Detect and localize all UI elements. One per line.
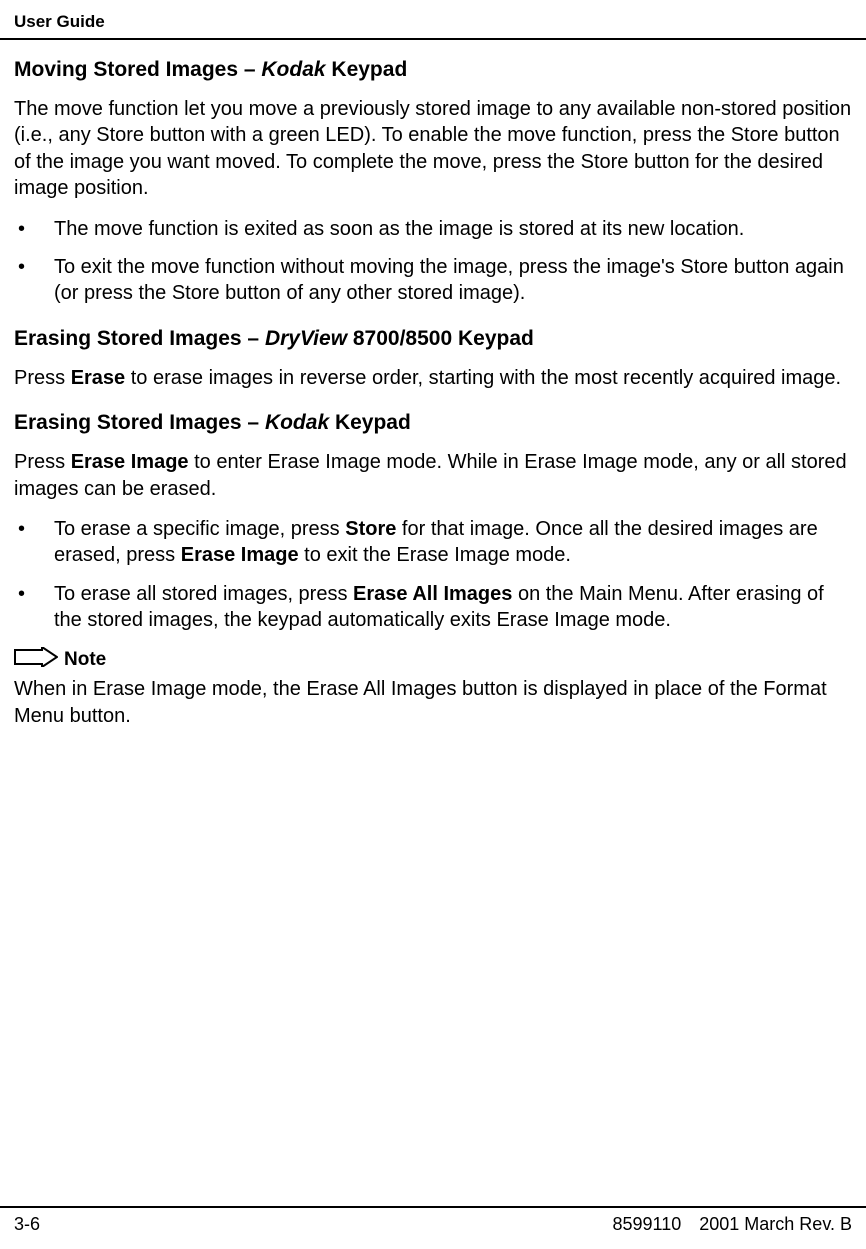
page-content: Moving Stored Images – Kodak Keypad The …	[0, 40, 866, 1206]
footer-page-number: 3-6	[14, 1214, 40, 1235]
bullet-list-moving: The move function is exited as soon as t…	[14, 216, 852, 307]
list-item: To exit the move function without moving…	[14, 254, 852, 307]
header-title: User Guide	[14, 12, 852, 32]
note-block: Note When in Erase Image mode, the Erase…	[14, 647, 852, 729]
list-item: To erase all stored images, press Erase …	[14, 581, 852, 634]
text-bold: Erase Image	[71, 451, 189, 473]
heading-italic: DryView	[265, 327, 347, 350]
text-fragment: Press	[14, 451, 71, 473]
list-item: To erase a specific image, press Store f…	[14, 516, 852, 569]
para-moving-intro: The move function let you move a previou…	[14, 96, 852, 202]
heading-erasing-dryview: Erasing Stored Images – DryView 8700/850…	[14, 327, 852, 351]
text-fragment: to erase images in reverse order, starti…	[125, 367, 841, 389]
para-erasing-dryview: Press Erase to erase images in reverse o…	[14, 365, 852, 391]
note-header-row: Note	[14, 647, 852, 672]
text-bold: Erase Image	[181, 544, 299, 566]
footer-docnum: 8599110	[613, 1214, 682, 1235]
footer-revision: 2001 March Rev. B	[699, 1214, 852, 1235]
text-fragment: To erase all stored images, press	[54, 583, 353, 605]
heading-prefix: Moving Stored Images –	[14, 58, 261, 81]
text-bold: Erase	[71, 367, 126, 389]
text-fragment: Press	[14, 367, 71, 389]
heading-prefix: Erasing Stored Images –	[14, 411, 265, 434]
text-bold: Erase All Images	[353, 583, 512, 605]
note-arrow-icon	[14, 647, 58, 672]
page-footer: 3-6 8599110 2001 March Rev. B	[0, 1206, 866, 1249]
note-text: When in Erase Image mode, the Erase All …	[14, 676, 852, 729]
heading-italic: Kodak	[265, 411, 329, 434]
text-fragment: to exit the Erase Image mode.	[299, 544, 571, 566]
heading-erasing-kodak: Erasing Stored Images – Kodak Keypad	[14, 411, 852, 435]
list-item: The move function is exited as soon as t…	[14, 216, 852, 242]
heading-moving-stored-images-kodak: Moving Stored Images – Kodak Keypad	[14, 58, 852, 82]
text-fragment: To erase a specific image, press	[54, 518, 345, 540]
heading-suffix: 8700/8500 Keypad	[347, 327, 534, 350]
bullet-list-erasing-kodak: To erase a specific image, press Store f…	[14, 516, 852, 634]
para-erasing-kodak-intro: Press Erase Image to enter Erase Image m…	[14, 449, 852, 502]
heading-suffix: Keypad	[326, 58, 408, 81]
text-bold: Store	[345, 518, 396, 540]
page-header: User Guide	[0, 0, 866, 40]
footer-right: 8599110 2001 March Rev. B	[613, 1214, 853, 1235]
note-label: Note	[64, 649, 106, 671]
heading-suffix: Keypad	[329, 411, 411, 434]
heading-prefix: Erasing Stored Images –	[14, 327, 265, 350]
heading-italic: Kodak	[261, 58, 325, 81]
